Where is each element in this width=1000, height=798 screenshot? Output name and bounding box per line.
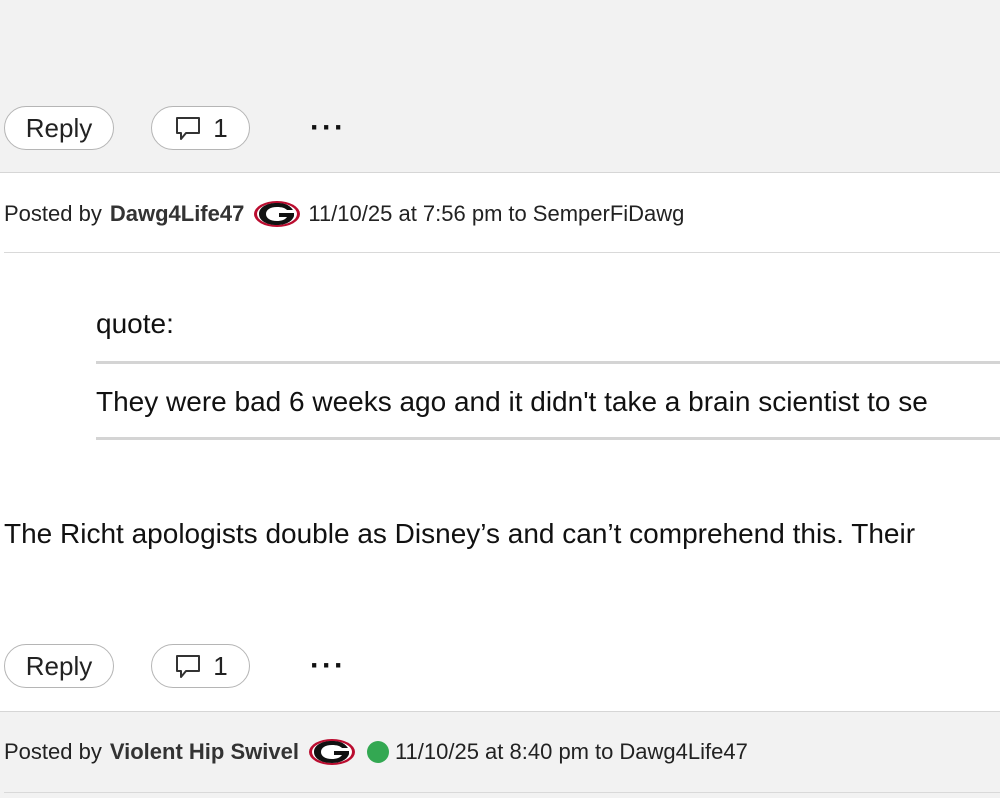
comment-bubble-icon <box>176 655 201 678</box>
reply-button[interactable]: Reply <box>4 644 114 688</box>
post-timestamp: 11/10/25 at 8:40 pm <box>394 739 590 764</box>
post-header: Posted by Violent Hip Swivel 11/10/25 at… <box>4 734 748 770</box>
posted-by-label: Posted by <box>4 201 102 226</box>
reply-to-user-link[interactable]: Dawg4Life47 <box>619 739 747 765</box>
reply-count: 1 <box>213 650 228 681</box>
post-content-area <box>0 173 1000 711</box>
georgia-g-logo-icon <box>254 201 301 227</box>
replies-count-button[interactable]: 1 <box>151 644 250 688</box>
reply-button[interactable]: Reply <box>4 106 114 150</box>
quote-label: quote: <box>96 308 174 339</box>
more-options-button[interactable]: ··· <box>304 644 352 688</box>
reply-to-user-link[interactable]: SemperFiDawg <box>533 201 685 227</box>
online-status-icon <box>366 741 389 763</box>
post-header: Posted by Dawg4Life47 11/10/25 at 7:56 p… <box>4 196 684 232</box>
posted-by-label: Posted by <box>4 739 102 764</box>
comment-bubble-icon <box>176 117 201 140</box>
georgia-g-logo-icon <box>308 739 355 765</box>
to-label: to <box>595 739 614 764</box>
more-options-button[interactable]: ··· <box>304 106 352 150</box>
reply-count: 1 <box>213 112 228 143</box>
quote-text: They were bad 6 weeks ago and it didn't … <box>96 386 928 417</box>
previous-post-footer <box>0 0 1000 173</box>
post-body-text: The Richt apologists double as Disney’s … <box>4 518 916 549</box>
header-divider <box>4 792 1000 793</box>
to-label: to <box>508 201 527 226</box>
quote-block: They were bad 6 weeks ago and it didn't … <box>96 361 1000 440</box>
author-link[interactable]: Dawg4Life47 <box>110 201 245 227</box>
post-timestamp: 11/10/25 at 7:56 pm <box>308 201 503 226</box>
replies-count-button[interactable]: 1 <box>151 106 250 150</box>
author-link[interactable]: Violent Hip Swivel <box>110 739 299 765</box>
header-divider <box>4 252 1000 253</box>
